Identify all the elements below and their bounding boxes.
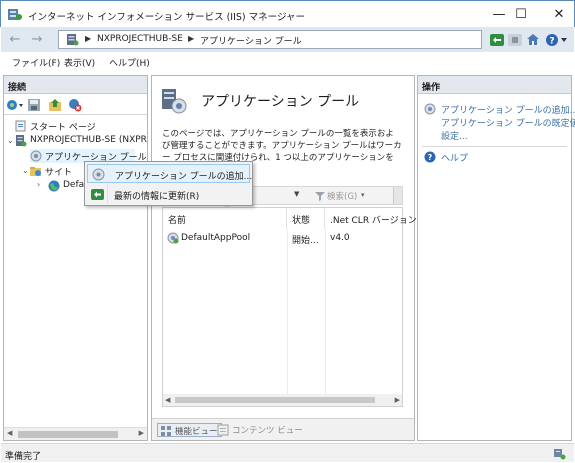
tree-label: Defa [63,180,85,190]
context-menu: アプリケーション プールの追加... 最新の情報に更新(R) [84,161,253,206]
connections-panel: 接続 スタート ページ ⌄ NXPROJECTHUB-SE (NXPR アプリケ… [3,75,148,441]
scroll-left-icon[interactable]: ◀ [165,396,170,404]
menu-help[interactable]: ヘルプ(H) [109,56,150,69]
back-button[interactable]: ← [5,30,25,49]
address-field[interactable]: ▶ NXPROJECTHUB-SE ▶ アプリケーション プール [58,30,482,49]
expand-icon[interactable]: › [37,180,40,189]
action-add-pool[interactable]: アプリケーション プールの追加... アプリケーション プールの既定値の 設定.… [424,103,575,143]
tree-label: サイト [45,168,73,178]
column-header-status[interactable]: 状態 [287,208,325,229]
iis-app-icon [8,9,22,20]
start-page-icon [15,120,26,132]
add-app-pool-icon [424,103,436,115]
filter-dropdown-arrow[interactable]: ▼ [294,190,299,198]
svg-text:?: ? [428,153,433,162]
app-pool-list: 名前 ⌃ 状態 .Net CLR バージョン DefaultAppPool 開始… [162,204,417,407]
horizontal-scrollbar[interactable]: ◀ ▶ [4,427,147,440]
divider [422,146,567,147]
scrollbar-thumb[interactable] [18,431,118,438]
column-header-name[interactable]: 名前 ⌃ [163,204,287,229]
help-icon: ? [424,151,436,163]
window-title: インターネット インフォメーション サービス (IIS) マネージャー [28,12,305,23]
view-switcher: 機能ビュー コンテンツ ビュー [152,418,414,440]
disconnect-icon[interactable] [68,98,82,112]
list-horizontal-scrollbar[interactable]: ◀ ▶ [163,394,402,406]
scroll-right-icon[interactable]: ▶ [395,396,400,404]
search-icon[interactable] [314,190,326,202]
svg-text:?: ? [549,36,554,46]
pool-name: DefaultAppPool [181,233,251,243]
actions-header: 操作 [418,76,571,94]
up-level-icon[interactable] [48,98,62,112]
context-item-label: アプリケーション プールの追加... [115,172,253,182]
server-icon [16,135,27,147]
pool-clr-version: v4.0 [330,233,350,243]
server-icon [67,34,79,46]
features-view-icon [161,426,171,436]
app-pool-icon [30,150,42,162]
context-refresh[interactable]: 最新の情報に更新(R) [87,185,250,204]
sites-folder-icon [30,167,41,176]
status-bar: 準備完了 [1,443,574,462]
connections-title: 接続 [8,83,27,93]
address-bar: ← → ▶ NXPROJECTHUB-SE ▶ アプリケーション プール ? [1,27,574,52]
refresh-icon [91,189,104,200]
title-bar: インターネット インフォメーション サービス (IIS) マネージャー — ☐ … [0,0,575,27]
add-app-pool-link[interactable]: アプリケーション プールの追加... [441,103,575,116]
tree-label: NXPROJECTHUB-SE (NXPR [30,135,147,145]
collapse-icon[interactable]: ⌄ [7,136,14,145]
actions-panel: 操作 アプリケーション プールの追加... アプリケーション プールの既定値の … [417,75,575,441]
breadcrumb-server[interactable]: NXPROJECTHUB-SE [97,34,183,44]
connect-dropdown-icon[interactable] [6,98,24,112]
home-icon[interactable] [524,31,541,48]
connections-header: 接続 [4,76,147,94]
breadcrumb-separator: ▶ [85,34,92,43]
tab-content-view[interactable]: コンテンツ ビュー [215,423,306,437]
connections-toolbar [4,95,147,115]
content-view-icon [217,424,229,436]
pool-status: 開始... [292,236,319,246]
column-divider [325,229,326,394]
close-button[interactable]: ✕ [539,1,575,28]
app-pool-page-icon [162,89,187,114]
search-button[interactable]: 検索(G) [327,190,357,202]
breadcrumb-app-pools[interactable]: アプリケーション プール [200,34,302,47]
scrollbar-thumb[interactable] [175,397,375,403]
main-panel: アプリケーション プール このページでは、アプリケーション プールの一覧を表示お… [151,75,417,441]
network-status-icon [554,449,566,460]
status-text: 準備完了 [5,452,42,462]
app-pool-icon [167,232,179,244]
scroll-left-icon[interactable]: ◀ [7,429,12,437]
toolbar-overflow[interactable] [393,187,402,204]
set-defaults-link-cont[interactable]: 設定... [441,129,468,142]
set-defaults-link[interactable]: アプリケーション プールの既定値の [441,116,575,129]
menu-file[interactable]: ファイル(F) [12,56,60,69]
stop-icon[interactable] [506,31,523,48]
help-menu-icon[interactable]: ? [545,31,569,48]
menu-bar: ファイル(F) 表示(V) ヘルプ(H) [1,52,574,71]
help-link[interactable]: ヘルプ [441,151,468,164]
action-help[interactable]: ? ヘルプ [424,151,504,165]
refresh-connection-icon[interactable] [488,31,505,48]
scroll-right-icon[interactable]: ▶ [139,429,144,437]
forward-button[interactable]: → [27,30,47,49]
tab-features-view[interactable]: 機能ビュー [157,423,222,437]
page-title: アプリケーション プール [201,94,360,110]
collapse-icon[interactable]: ⌄ [22,166,29,175]
tree-label: スタート ページ [30,123,96,133]
globe-icon [48,180,60,192]
save-icon[interactable] [27,98,41,112]
actions-title: 操作 [422,83,441,93]
context-add-app-pool[interactable]: アプリケーション プールの追加... [87,164,253,183]
breadcrumb-separator: ▶ [188,34,195,43]
column-divider [287,229,288,394]
column-header-clr[interactable]: .Net CLR バージョン [325,208,417,229]
menu-view[interactable]: 表示(V) [64,56,95,69]
add-app-pool-icon [92,168,105,181]
maximize-button[interactable]: ☐ [501,1,541,28]
page-description: このページでは、アプリケーション プールの一覧を表示および管理することができます… [162,129,402,163]
context-item-label: 最新の情報に更新(R) [114,192,200,202]
dropdown-icon[interactable]: ▾ [361,191,365,199]
